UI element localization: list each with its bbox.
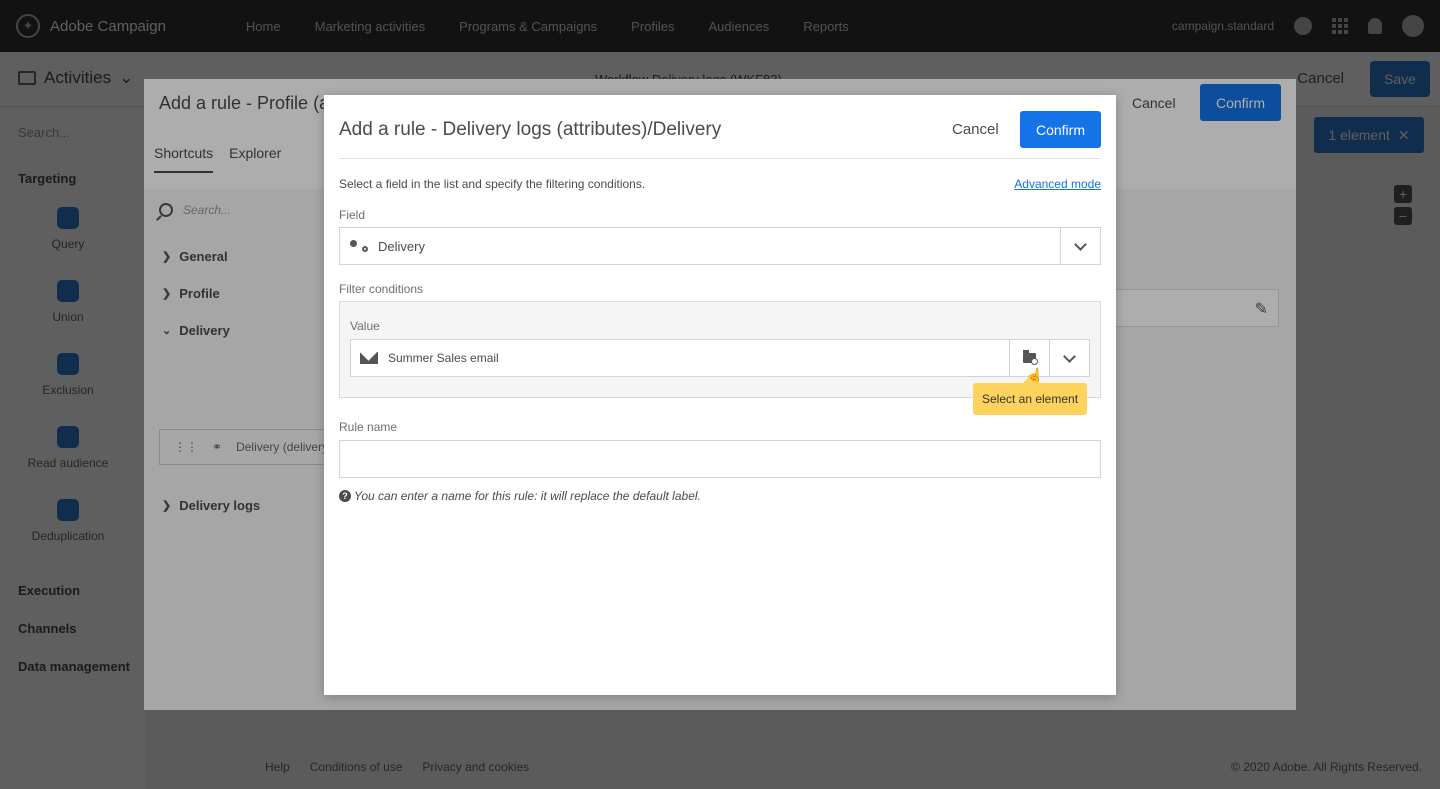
delivery-rule-dialog: Add a rule - Delivery logs (attributes)/… bbox=[324, 95, 1116, 695]
field-select-value: Delivery bbox=[378, 238, 425, 254]
email-envelope-icon bbox=[360, 352, 378, 364]
rule-name-input[interactable] bbox=[339, 440, 1101, 478]
header-divider bbox=[339, 158, 1101, 159]
link-icon bbox=[350, 240, 368, 252]
rule-name-label: Rule name bbox=[339, 420, 398, 434]
confirm-button[interactable]: Confirm bbox=[1020, 111, 1101, 148]
folder-search-icon bbox=[1023, 350, 1038, 365]
field-dropdown-button[interactable] bbox=[1060, 228, 1100, 264]
chevron-down-icon bbox=[1074, 237, 1087, 251]
field-select[interactable]: Delivery bbox=[339, 227, 1101, 265]
cancel-button[interactable]: Cancel bbox=[952, 121, 999, 138]
value-dropdown-button[interactable] bbox=[1049, 340, 1089, 376]
value-label: Value bbox=[350, 319, 380, 333]
field-label: Field bbox=[339, 208, 366, 222]
chevron-down-icon bbox=[1063, 349, 1076, 363]
value-select-value: Summer Sales email bbox=[388, 351, 499, 365]
instructions-text: Select a field in the list and specify t… bbox=[339, 177, 646, 191]
advanced-mode-link[interactable]: Advanced mode bbox=[1014, 177, 1101, 191]
filter-conditions-label: Filter conditions bbox=[339, 282, 424, 296]
rule-name-hint: ? You can enter a name for this rule: it… bbox=[339, 489, 701, 503]
question-circle-icon: ? bbox=[339, 490, 351, 502]
select-element-tooltip: Select an element bbox=[973, 377, 1087, 415]
value-select[interactable]: Summer Sales email bbox=[350, 339, 1090, 377]
dialog-title: Add a rule - Delivery logs (attributes)/… bbox=[339, 119, 722, 140]
